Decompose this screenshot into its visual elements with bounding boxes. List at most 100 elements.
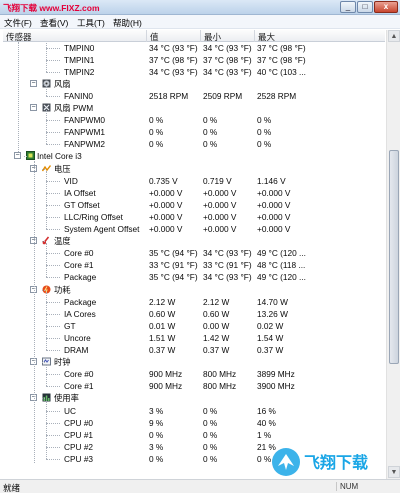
- category-node[interactable]: − 风扇 PWM: [3, 102, 385, 114]
- sensor-row[interactable]: System Agent Offset +0.000 V +0.000 V +0.00…: [3, 223, 385, 235]
- device-node[interactable]: − Intel Core i3: [3, 150, 385, 162]
- collapse-toggle-icon[interactable]: −: [30, 79, 37, 87]
- menu-view[interactable]: 查看(V): [40, 17, 68, 29]
- max-cell: 37 °C (98 °F): [257, 42, 306, 53]
- tree-connector-line: [46, 253, 60, 255]
- max-cell: 40 °C (103 ...: [257, 66, 306, 77]
- sensor-row[interactable]: IA Cores 0.60 W 0.60 W 13.26 W: [3, 308, 385, 320]
- sensor-row[interactable]: TMPIN2 34 °C (93 °F) 34 °C (93 °F) 40 °C (1…: [3, 66, 385, 78]
- max-cell: 3900 MHz: [257, 381, 295, 392]
- min-cell: 33 °C (91 °F): [203, 260, 252, 271]
- sensor-row[interactable]: GT 0.01 W 0.00 W 0.02 W: [3, 320, 385, 332]
- vertical-scrollbar[interactable]: ▲ ▼: [386, 30, 400, 479]
- sensor-row[interactable]: FANPWM0 0 % 0 % 0 %: [3, 114, 385, 126]
- tree-connector-line: [46, 204, 60, 206]
- category-node[interactable]: − 风扇: [3, 78, 385, 90]
- maximize-button[interactable]: □: [357, 1, 373, 13]
- value-cell: +0.000 V: [149, 187, 183, 198]
- menu-file[interactable]: 文件(F): [4, 17, 32, 29]
- tree-connector-line: [42, 168, 45, 170]
- sensor-row[interactable]: FANIN0 2518 RPM 2509 RPM 2528 RPM: [3, 90, 385, 102]
- tree-connector-line: [46, 291, 47, 351]
- sensor-label: IA Cores: [64, 308, 96, 319]
- sensor-row[interactable]: IA Offset +0.000 V +0.000 V +0.000 V: [3, 187, 385, 199]
- collapse-toggle-icon[interactable]: −: [14, 152, 21, 160]
- tree-connector-line: [46, 229, 60, 230]
- category-node[interactable]: − 功耗: [3, 284, 385, 296]
- sensor-row[interactable]: Core #1 900 MHz 800 MHz 3900 MHz: [3, 380, 385, 392]
- node-label: 温度: [54, 236, 71, 247]
- menu-help[interactable]: 帮助(H): [113, 17, 142, 29]
- sensor-row[interactable]: TMPIN0 34 °C (93 °F) 34 °C (93 °F) 37 °C (9…: [3, 42, 385, 54]
- close-button[interactable]: x: [374, 1, 398, 13]
- sensor-row[interactable]: Core #0 900 MHz 800 MHz 3899 MHz: [3, 368, 385, 380]
- node-label: 风扇 PWM: [54, 103, 94, 113]
- sensor-row[interactable]: GT Offset +0.000 V +0.000 V +0.000 V: [3, 199, 385, 211]
- sensor-row[interactable]: CPU #0 9 % 0 % 40 %: [3, 417, 385, 429]
- sensor-row[interactable]: FANPWM2 0 % 0 % 0 %: [3, 138, 385, 150]
- node-label: 时钟: [54, 357, 71, 368]
- sensor-row[interactable]: Core #0 35 °C (94 °F) 34 °C (93 °F) 49 °C (…: [3, 247, 385, 259]
- max-cell: 40 %: [257, 417, 276, 428]
- value-cell: 33 °C (91 °F): [149, 260, 198, 271]
- value-cell: 34 °C (93 °F): [149, 66, 198, 77]
- tree-connector-line: [46, 95, 60, 97]
- sensor-row[interactable]: CPU #1 0 % 0 % 1 %: [3, 429, 385, 441]
- sensor-row[interactable]: FANPWM1 0 % 0 % 0 %: [3, 126, 385, 138]
- sensor-row[interactable]: VID 0.735 V 0.719 V 1.146 V: [3, 175, 385, 187]
- max-cell: 48 °C (118 ...: [257, 260, 306, 271]
- sensor-row[interactable]: TMPIN1 37 °C (98 °F) 37 °C (98 °F) 37 °C (9…: [3, 54, 385, 66]
- menu-tools[interactable]: 工具(T): [77, 17, 105, 29]
- sensor-label: FANPWM0: [64, 115, 106, 126]
- tree-connector-line: [46, 458, 60, 460]
- category-node[interactable]: − 电压: [3, 163, 385, 175]
- collapse-toggle-icon[interactable]: −: [30, 104, 37, 111]
- column-divider[interactable]: [146, 30, 147, 42]
- min-cell: 0 %: [203, 441, 218, 452]
- min-cell: 0 %: [203, 429, 218, 440]
- value-cell: 0 %: [149, 429, 164, 440]
- sensor-row[interactable]: Package 2.12 W 2.12 W 14.70 W: [3, 296, 385, 308]
- tree-connector-line: [46, 374, 60, 376]
- tree-connector-line: [34, 160, 35, 463]
- tree-connector-line: [42, 362, 45, 364]
- tree-connector-line: [46, 313, 60, 315]
- category-node[interactable]: − 使用率: [3, 392, 385, 404]
- value-cell: 0.60 W: [149, 308, 176, 319]
- tree-connector-line: [46, 422, 60, 424]
- min-cell: 34 °C (93 °F): [203, 272, 252, 283]
- minimize-button[interactable]: _: [340, 1, 356, 13]
- min-cell: 0.719 V: [203, 175, 232, 186]
- tree-connector-line: [46, 47, 60, 49]
- sensor-label: TMPIN1: [64, 54, 95, 65]
- sensor-row[interactable]: LLC/Ring Offset +0.000 V +0.000 V +0.000 V: [3, 211, 385, 223]
- category-node[interactable]: − 温度: [3, 235, 385, 247]
- value-cell: +0.000 V: [149, 224, 183, 234]
- tree-connector-line: [46, 132, 60, 134]
- sensor-label: Package: [64, 272, 97, 283]
- sensor-row[interactable]: DRAM 0.37 W 0.37 W 0.37 W: [3, 344, 385, 356]
- max-cell: +0.000 V: [257, 211, 291, 222]
- max-cell: 0 %: [257, 115, 272, 126]
- category-node[interactable]: − 时钟: [3, 356, 385, 368]
- max-cell: 49 °C (120 ...: [257, 248, 306, 259]
- tree-connector-line: [46, 110, 47, 145]
- column-divider[interactable]: [200, 30, 201, 42]
- sensor-row[interactable]: UC 3 % 0 % 16 %: [3, 405, 385, 417]
- sensor-label: LLC/Ring Offset: [64, 211, 123, 222]
- title-bar: 飞翔下载 www.FIXZ.com _ □ x: [0, 0, 400, 15]
- tree-connector-line: [46, 364, 47, 387]
- sensor-row[interactable]: Uncore 1.51 W 1.42 W 1.54 W: [3, 332, 385, 344]
- sensor-label: TMPIN2: [64, 66, 95, 77]
- max-cell: 16 %: [257, 405, 276, 416]
- node-label: 风扇: [54, 78, 71, 89]
- scroll-up-arrow-icon[interactable]: ▲: [388, 30, 400, 42]
- sensor-label: FANPWM1: [64, 127, 106, 138]
- sensor-label: CPU #0: [64, 417, 94, 428]
- sensor-row[interactable]: Package 35 °C (94 °F) 34 °C (93 °F) 49 °C (…: [3, 271, 385, 283]
- sensor-label: DRAM: [64, 345, 89, 355]
- sensor-row[interactable]: Core #1 33 °C (91 °F) 33 °C (91 °F) 48 °C (…: [3, 259, 385, 271]
- max-cell: 14.70 W: [257, 296, 288, 307]
- column-divider[interactable]: [254, 30, 255, 42]
- scrollbar-thumb[interactable]: [389, 150, 399, 364]
